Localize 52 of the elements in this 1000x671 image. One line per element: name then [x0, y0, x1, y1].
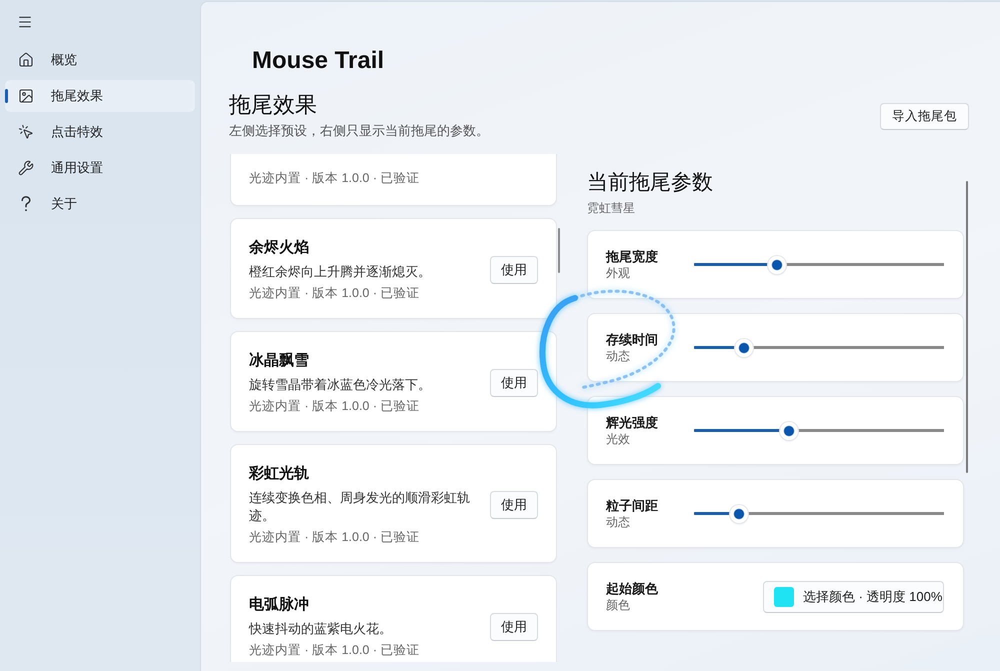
- parameter-category: 光效: [606, 430, 631, 448]
- menu-icon: [17, 14, 33, 30]
- color-picker-button[interactable]: 选择颜色 · 透明度 100%: [763, 580, 944, 612]
- nav-item[interactable]: 通用设置: [5, 152, 195, 184]
- selection-indicator: [5, 89, 8, 103]
- import-button[interactable]: 导入拖尾包: [880, 102, 969, 130]
- slider-thumb[interactable]: [780, 422, 798, 440]
- nav-item[interactable]: 拖尾效果: [5, 80, 195, 112]
- preset-title: 冰晶飘雪: [249, 351, 310, 371]
- section-title: 当前拖尾参数: [587, 170, 714, 196]
- preset-description: 橙红余烬向上升腾并逐渐熄灭。: [249, 263, 432, 281]
- nav-item[interactable]: 关于: [5, 188, 195, 220]
- cursor-click-icon: [18, 124, 34, 140]
- scrollbar-thumb[interactable]: [966, 181, 968, 473]
- help-icon: [21, 196, 31, 212]
- parameter-label: 辉光强度: [606, 414, 659, 430]
- slider-thumb[interactable]: [730, 504, 748, 522]
- wrench-icon: [18, 160, 34, 176]
- parameter-label: 存续时间: [606, 330, 659, 348]
- parameter-label: 起始颜色: [606, 580, 659, 596]
- page-subtitle: 左侧选择预设，右侧只显示当前拖尾的参数。: [229, 122, 489, 140]
- preset-meta: 光迹内置 · 版本 1.0.0 · 已验证: [249, 170, 420, 187]
- preset-meta: 光迹内置 · 版本 1.0.0 · 已验证: [249, 285, 420, 302]
- preset-description: 快速抖动的蓝紫电火花。: [249, 620, 393, 638]
- parameter-category: 颜色: [606, 596, 631, 614]
- preset-meta: 光迹内置 · 版本 1.0.0 · 已验证: [249, 642, 420, 659]
- preset-title: 彩虹光轨: [249, 464, 310, 484]
- use-button[interactable]: 使用: [490, 369, 538, 397]
- parameter-label: 粒子间距: [606, 496, 659, 514]
- slider-thumb[interactable]: [735, 338, 753, 356]
- preset-description: 旋转雪晶带着冰蓝色冷光落下。: [249, 376, 432, 394]
- preset-description: 连续变换色相、周身发光的顺滑彩虹轨迹。: [249, 489, 471, 525]
- nav-item[interactable]: 概览: [5, 44, 195, 76]
- preset-title: 余烬火焰: [249, 238, 310, 258]
- use-button[interactable]: 使用: [490, 256, 538, 284]
- app-title: Mouse Trail: [252, 46, 384, 76]
- page-title: 拖尾效果: [229, 92, 318, 118]
- home-icon: [18, 52, 34, 68]
- image-icon: [18, 88, 34, 104]
- scrollbar-thumb[interactable]: [558, 228, 560, 273]
- parameter-category: 外观: [606, 264, 631, 282]
- parameter-category: 动态: [606, 348, 631, 364]
- preset-name: 霓虹彗星: [587, 200, 636, 216]
- nav-item[interactable]: 点击特效: [5, 116, 195, 148]
- preset-title: 电弧脉冲: [249, 595, 310, 615]
- preset-meta: 光迹内置 · 版本 1.0.0 · 已验证: [249, 398, 420, 415]
- use-button[interactable]: 使用: [490, 613, 538, 641]
- preset-meta: 光迹内置 · 版本 1.0.0 · 已验证: [249, 529, 420, 546]
- parameter-category: 动态: [606, 514, 631, 530]
- parameter-label: 拖尾宽度: [606, 248, 659, 264]
- use-button[interactable]: 使用: [490, 491, 538, 519]
- slider-thumb[interactable]: [768, 256, 786, 274]
